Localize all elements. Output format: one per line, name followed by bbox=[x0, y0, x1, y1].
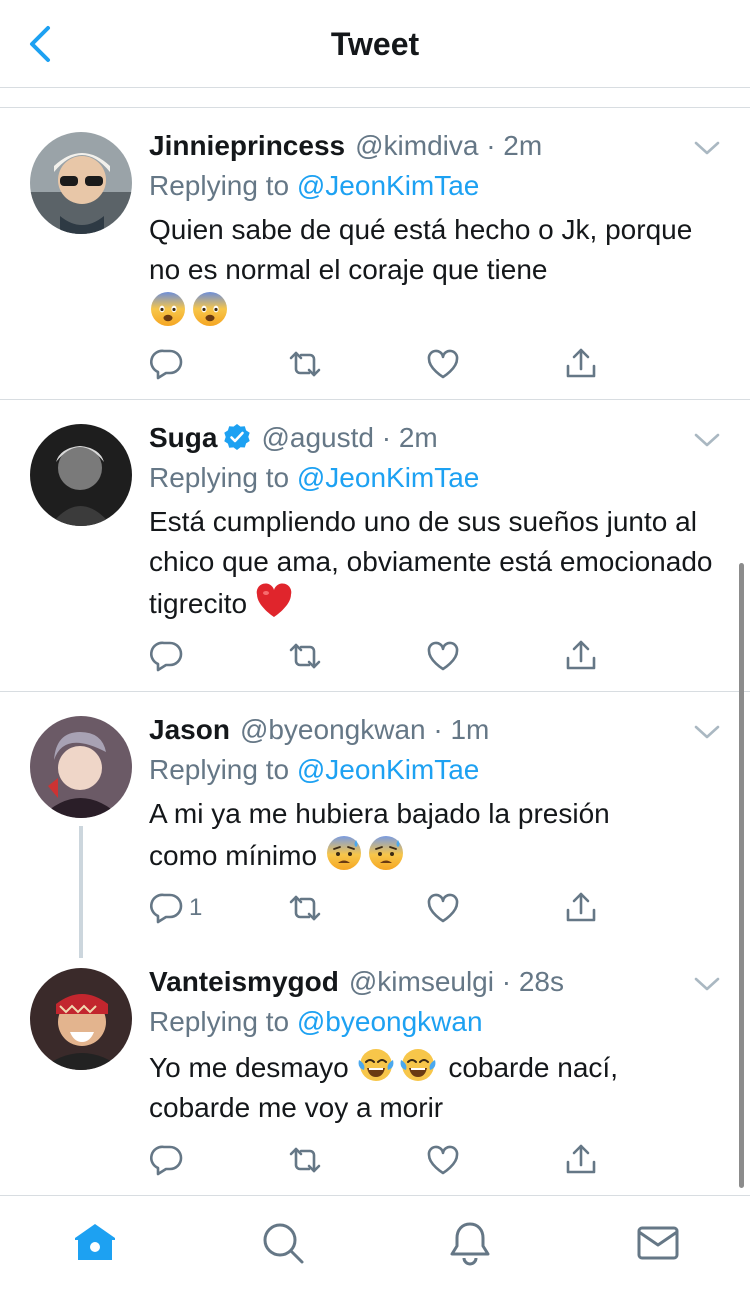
like-button[interactable] bbox=[425, 636, 461, 676]
author-handle-time: @byeongkwan · 1m bbox=[239, 714, 490, 745]
replying-to-mention[interactable]: @JeonKimTae bbox=[297, 754, 480, 785]
author-handle-time: @kimseulgi · 28s bbox=[348, 966, 564, 997]
share-icon bbox=[563, 1142, 599, 1178]
avatar[interactable] bbox=[30, 716, 132, 818]
reply-icon bbox=[149, 346, 185, 382]
fearful-face-emoji-icon bbox=[191, 290, 229, 328]
reply-icon bbox=[149, 1142, 185, 1178]
tab-messages[interactable] bbox=[633, 1218, 683, 1268]
retweet-icon bbox=[287, 346, 323, 382]
tweet-text: Yo me desmayo cobarde nací, cobarde me v… bbox=[149, 1046, 719, 1128]
reply-button[interactable] bbox=[149, 1140, 189, 1180]
divider bbox=[0, 399, 750, 400]
envelope-icon bbox=[637, 1226, 679, 1260]
tweet-actions: 1 bbox=[149, 888, 609, 928]
tweet-text-line: como mínimo bbox=[149, 840, 318, 871]
retweet-button[interactable] bbox=[287, 344, 323, 384]
thread-connector-line bbox=[79, 826, 83, 958]
bell-icon bbox=[450, 1222, 490, 1266]
tweet-actions bbox=[149, 1140, 609, 1180]
reply-count: 1 bbox=[189, 894, 203, 921]
divider bbox=[0, 691, 750, 692]
heart-icon bbox=[425, 890, 461, 926]
verified-badge-icon bbox=[224, 424, 251, 450]
bottom-tab-bar bbox=[0, 1195, 750, 1294]
author-handle-time: @kimdiva · 2m bbox=[355, 130, 543, 161]
reply-button[interactable] bbox=[149, 636, 189, 676]
tweet-text-part: Yo me desmayo bbox=[149, 1052, 349, 1083]
tweet-text: A mi ya me hubiera bajado la presión com… bbox=[149, 794, 719, 876]
divider bbox=[0, 107, 750, 108]
retweet-button[interactable] bbox=[287, 1140, 323, 1180]
retweet-button[interactable] bbox=[287, 636, 323, 676]
tweet-text-part: cobarde nací, bbox=[448, 1052, 618, 1083]
share-button[interactable] bbox=[563, 1140, 599, 1180]
replying-prefix: Replying to bbox=[149, 1006, 290, 1037]
replying-prefix: Replying to bbox=[149, 754, 290, 785]
retweet-icon bbox=[287, 1142, 323, 1178]
chevron-down-icon[interactable] bbox=[694, 976, 720, 992]
anxious-face-emoji-icon bbox=[367, 834, 405, 872]
heart-icon bbox=[425, 638, 461, 674]
tweet-text: Quien sabe de qué está hecho o Jk, porqu… bbox=[149, 210, 719, 332]
tweet-actions bbox=[149, 636, 609, 676]
share-button[interactable] bbox=[563, 344, 599, 384]
tweet-text-body: Quien sabe de qué está hecho o Jk, porqu… bbox=[149, 214, 693, 285]
retweet-icon bbox=[287, 638, 323, 674]
share-icon bbox=[563, 890, 599, 926]
chevron-down-icon[interactable] bbox=[694, 140, 720, 156]
retweet-icon bbox=[287, 890, 323, 926]
tweet-text-body: Está cumpliendo uno de sus sueños junto … bbox=[149, 506, 713, 619]
share-button[interactable] bbox=[563, 636, 599, 676]
like-button[interactable] bbox=[425, 1140, 461, 1180]
tears-of-joy-emoji-icon bbox=[399, 1046, 437, 1084]
author-name[interactable]: Jason bbox=[149, 714, 230, 745]
reply-icon bbox=[149, 638, 185, 674]
replying-to-mention[interactable]: @byeongkwan bbox=[297, 1006, 483, 1037]
page-title: Tweet bbox=[330, 26, 420, 62]
top-navigation-bar: Tweet bbox=[0, 0, 750, 88]
retweet-button[interactable] bbox=[287, 888, 323, 928]
tab-search[interactable] bbox=[258, 1218, 308, 1268]
chevron-down-icon[interactable] bbox=[694, 432, 720, 448]
author-name[interactable]: Jinnieprincess bbox=[149, 130, 345, 161]
tweet-text-line: A mi ya me hubiera bajado la presión bbox=[149, 798, 610, 829]
scrollbar[interactable] bbox=[739, 563, 744, 1188]
replying-to-mention[interactable]: @JeonKimTae bbox=[297, 462, 480, 493]
tears-of-joy-emoji-icon bbox=[357, 1046, 395, 1084]
avatar[interactable] bbox=[30, 132, 132, 234]
author-handle-time: @agustd · 2m bbox=[261, 422, 438, 453]
avatar[interactable] bbox=[30, 968, 132, 1070]
author-name[interactable]: Suga bbox=[149, 422, 217, 453]
like-button[interactable] bbox=[425, 344, 461, 384]
reply-button[interactable]: 1 bbox=[149, 888, 202, 928]
tweet-actions bbox=[149, 344, 609, 384]
like-button[interactable] bbox=[425, 888, 461, 928]
avatar[interactable] bbox=[30, 424, 132, 526]
heart-icon bbox=[425, 1142, 461, 1178]
author-name[interactable]: Vanteismygod bbox=[149, 966, 339, 997]
tab-notifications[interactable] bbox=[445, 1218, 495, 1268]
tab-home[interactable] bbox=[70, 1218, 120, 1268]
reply-icon bbox=[149, 890, 185, 926]
anxious-face-emoji-icon bbox=[325, 834, 363, 872]
share-icon bbox=[563, 638, 599, 674]
chevron-down-icon[interactable] bbox=[694, 724, 720, 740]
tweet-text: Está cumpliendo uno de sus sueños junto … bbox=[149, 502, 719, 624]
home-icon bbox=[75, 1224, 115, 1260]
search-icon bbox=[263, 1223, 304, 1264]
replying-to-mention[interactable]: @JeonKimTae bbox=[297, 170, 480, 201]
replying-prefix: Replying to bbox=[149, 462, 290, 493]
red-heart-emoji-icon bbox=[255, 582, 293, 620]
share-button[interactable] bbox=[563, 888, 599, 928]
replying-prefix: Replying to bbox=[149, 170, 290, 201]
heart-icon bbox=[425, 346, 461, 382]
tweet-text-line: cobarde me voy a morir bbox=[149, 1092, 444, 1123]
reply-button[interactable] bbox=[149, 344, 189, 384]
share-icon bbox=[563, 346, 599, 382]
fearful-face-emoji-icon bbox=[149, 290, 187, 328]
